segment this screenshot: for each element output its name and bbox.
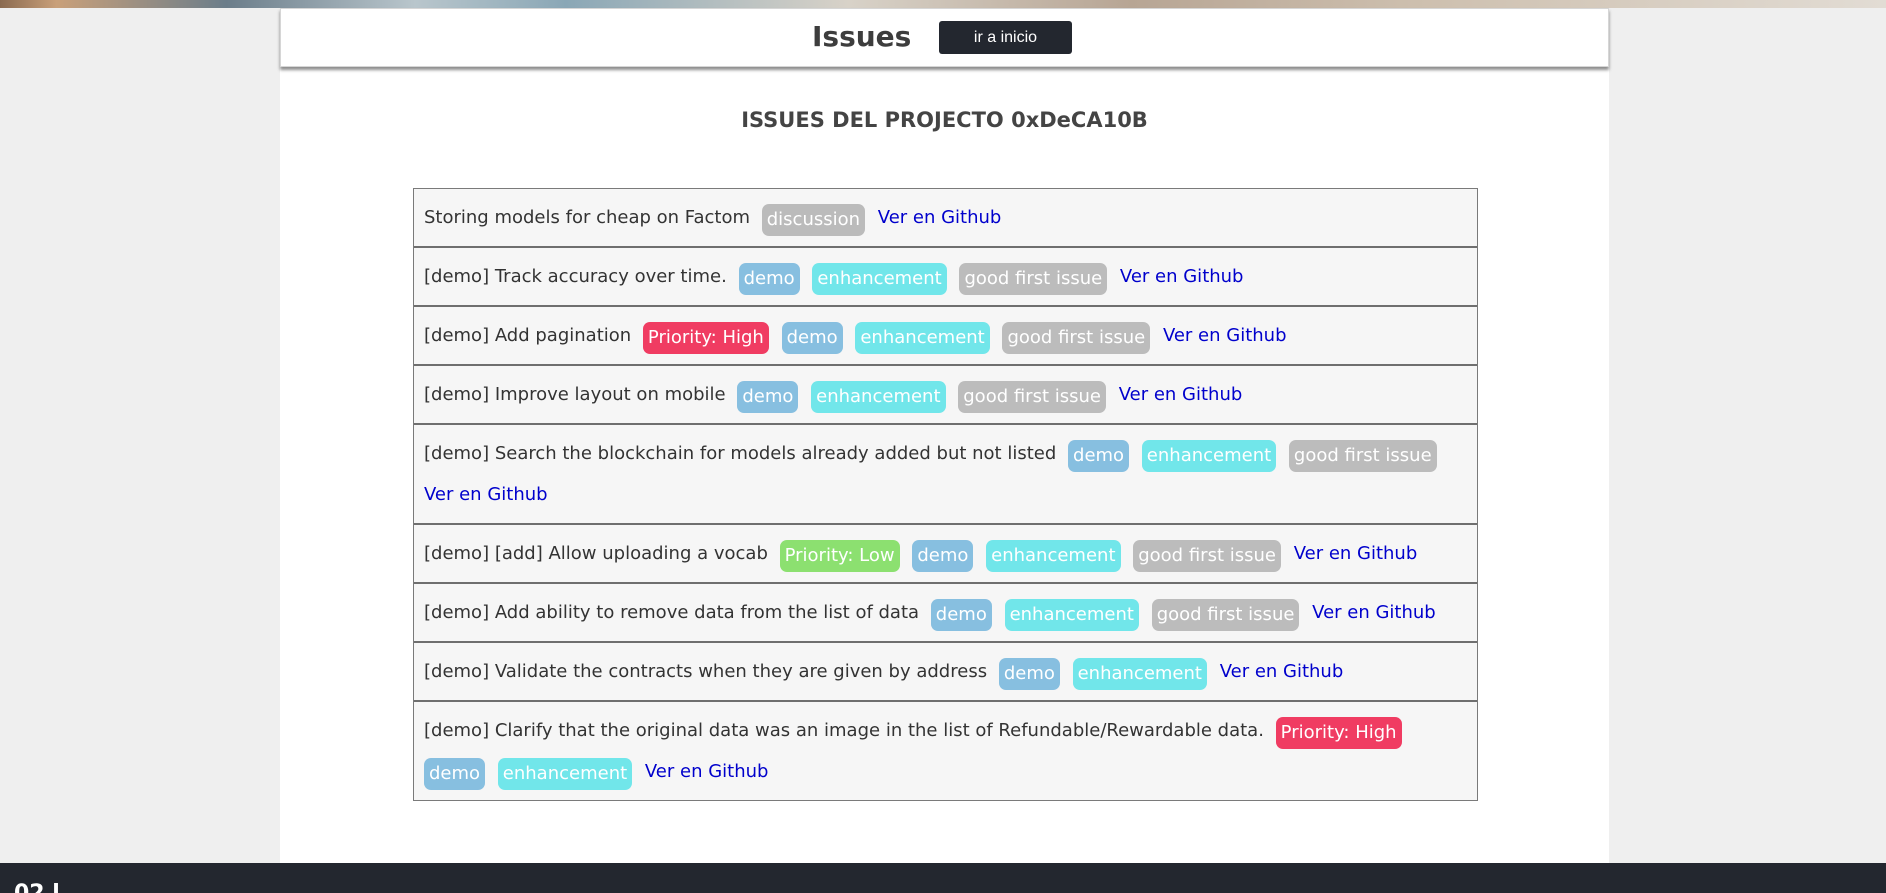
github-link[interactable]: Ver en Github (1120, 266, 1244, 287)
issue-row: [demo] Validate the contracts when they … (414, 643, 1477, 702)
issue-title: [demo] Add pagination (424, 325, 632, 346)
footer: 02 l. (0, 863, 1886, 893)
home-button[interactable]: ir a inicio (939, 21, 1072, 54)
issue-title: [demo] Search the blockchain for models … (424, 443, 1057, 464)
issue-row: [demo] Search the blockchain for models … (414, 425, 1477, 525)
issue-row: Storing models for cheap on Factom discu… (414, 189, 1477, 248)
issue-row: [demo] [add] Allow uploading a vocab Pri… (414, 525, 1477, 584)
label-enhancement: enhancement (1141, 440, 1277, 472)
label-priority-high: Priority: High (1275, 717, 1402, 749)
issue-title: [demo] [add] Allow uploading a vocab (424, 543, 768, 564)
github-link[interactable]: Ver en Github (1119, 384, 1243, 405)
issue-title: [demo] Clarify that the original data wa… (424, 720, 1264, 741)
label-demo: demo (912, 540, 974, 572)
issue-row: [demo] Improve layout on mobile demo enh… (414, 366, 1477, 425)
github-link[interactable]: Ver en Github (1294, 543, 1418, 564)
label-good-first-issue: good first issue (959, 263, 1108, 295)
label-priority-low: Priority: Low (779, 540, 900, 572)
issue-title: [demo] Validate the contracts when they … (424, 661, 988, 682)
header-title: Issues (812, 20, 912, 53)
label-demo: demo (998, 658, 1060, 690)
github-link[interactable]: Ver en Github (645, 761, 769, 782)
issue-row: [demo] Add ability to remove data from t… (414, 584, 1477, 643)
main-container: Issues ir a inicio ISSUES DEL PROJECTO 0… (280, 8, 1609, 863)
label-enhancement: enhancement (855, 322, 990, 354)
label-good-first-issue: good first issue (958, 381, 1106, 413)
label-enhancement: enhancement (497, 758, 633, 790)
label-good-first-issue: good first issue (1288, 440, 1437, 472)
label-enhancement: enhancement (812, 263, 947, 295)
header-bar: Issues ir a inicio (280, 8, 1609, 67)
issue-title: [demo] Add ability to remove data from t… (424, 602, 920, 623)
issue-row: [demo] Clarify that the original data wa… (414, 702, 1477, 800)
label-demo: demo (930, 599, 992, 631)
label-demo: demo (737, 381, 799, 413)
footer-text: 02 l. (14, 881, 68, 893)
label-demo: demo (1068, 440, 1130, 472)
issue-list: Storing models for cheap on Factom discu… (413, 188, 1478, 801)
label-demo: demo (424, 758, 486, 790)
issue-title: [demo] Improve layout on mobile (424, 384, 726, 405)
label-good-first-issue: good first issue (1151, 599, 1300, 631)
label-enhancement: enhancement (1072, 658, 1207, 690)
label-enhancement: enhancement (986, 540, 1121, 572)
background-banner (0, 0, 1886, 8)
issue-row: [demo] Track accuracy over time. demo en… (414, 248, 1477, 307)
label-priority-high: Priority: High (642, 322, 769, 354)
label-demo: demo (738, 263, 800, 295)
label-enhancement: enhancement (811, 381, 946, 413)
issue-title: Storing models for cheap on Factom (424, 207, 751, 228)
label-discussion: discussion (761, 204, 866, 236)
github-link[interactable]: Ver en Github (424, 484, 548, 505)
page-title: ISSUES DEL PROJECTO 0xDeCA10B (741, 108, 1148, 132)
github-link[interactable]: Ver en Github (878, 207, 1002, 228)
label-enhancement: enhancement (1004, 599, 1139, 631)
issue-row: [demo] Add pagination Priority: High dem… (414, 307, 1477, 366)
github-link[interactable]: Ver en Github (1312, 602, 1436, 623)
label-good-first-issue: good first issue (1002, 322, 1151, 354)
label-good-first-issue: good first issue (1133, 540, 1281, 572)
github-link[interactable]: Ver en Github (1220, 661, 1344, 682)
issue-title: [demo] Track accuracy over time. (424, 266, 727, 287)
github-link[interactable]: Ver en Github (1163, 325, 1287, 346)
label-demo: demo (781, 322, 843, 354)
